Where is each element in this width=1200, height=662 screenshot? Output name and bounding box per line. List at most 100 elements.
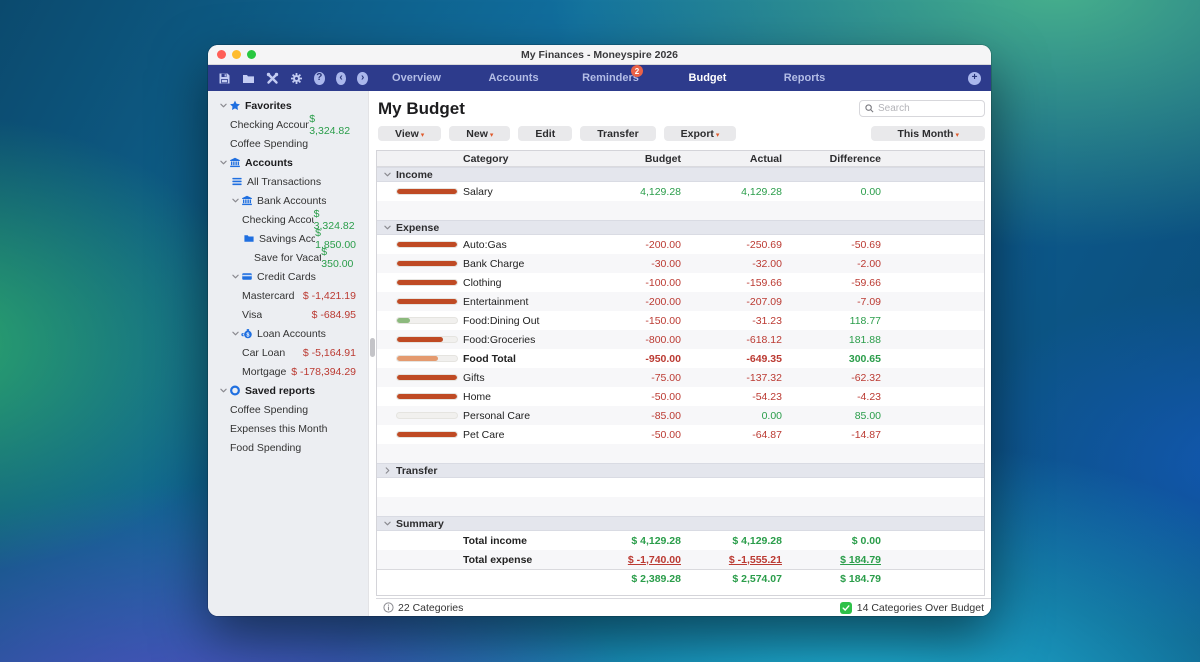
- budget-cell: -800.00: [605, 334, 681, 346]
- star-icon: [228, 100, 242, 112]
- sidebar-item-loan-accounts[interactable]: $Loan Accounts: [208, 324, 368, 343]
- budget-row-food-dining-out[interactable]: Food:Dining Out-150.00-31.23118.77: [377, 311, 984, 330]
- help-icon[interactable]: ?: [314, 72, 325, 85]
- budget-progress-track: [396, 298, 458, 305]
- sidebar-item-accounts[interactable]: Accounts: [208, 153, 368, 172]
- sidebar-item-label: Mortgage: [242, 366, 286, 378]
- budget-row-personal-care[interactable]: Personal Care-85.000.0085.00: [377, 406, 984, 425]
- budget-row-food-total[interactable]: Food Total-950.00-649.35300.65: [377, 349, 984, 368]
- sidebar-item-expenses-this-month[interactable]: Expenses this Month: [208, 419, 368, 438]
- section-header-summary[interactable]: Summary: [377, 516, 984, 531]
- tools-icon[interactable]: [266, 72, 279, 85]
- sidebar-item-checking-account[interactable]: Checking Account$ 3,324.82: [208, 115, 368, 134]
- chevron-down-icon[interactable]: [230, 197, 240, 204]
- chevron-down-icon[interactable]: [384, 169, 391, 181]
- card-icon: [240, 271, 254, 283]
- budget-row-food-groceries[interactable]: Food:Groceries-800.00-618.12181.88: [377, 330, 984, 349]
- actual-cell: -207.09: [681, 296, 782, 308]
- budget-row-salary[interactable]: Salary4,129.284,129.280.00: [377, 182, 984, 201]
- sidebar-item-label: Food Spending: [230, 442, 301, 454]
- edit-button[interactable]: Edit: [518, 126, 572, 141]
- caret-down-icon: ▾: [421, 132, 425, 139]
- sidebar-item-car-loan[interactable]: Car Loan$ -5,164.91: [208, 343, 368, 362]
- chevron-down-icon[interactable]: [230, 330, 240, 337]
- budget-row-clothing[interactable]: Clothing-100.00-159.66-59.66: [377, 273, 984, 292]
- nav-tab-reports[interactable]: Reports: [756, 72, 853, 84]
- view-button[interactable]: View▾: [378, 126, 441, 141]
- sidebar-item-food-spending[interactable]: Food Spending: [208, 438, 368, 457]
- sidebar: FavoritesChecking Account$ 3,324.82Coffe…: [208, 91, 368, 616]
- budget-progress-track: [396, 431, 458, 438]
- search-input[interactable]: [878, 103, 979, 114]
- budget-row-total[interactable]: $ 2,389.28$ 2,574.07$ 184.79: [377, 569, 984, 588]
- actual-cell: -64.87: [681, 429, 782, 441]
- budget-row-bank-charge[interactable]: Bank Charge-30.00-32.00-2.00: [377, 254, 984, 273]
- section-header-transfer[interactable]: Transfer: [377, 463, 984, 478]
- sidebar-item-credit-cards[interactable]: Credit Cards: [208, 267, 368, 286]
- sidebar-item-visa[interactable]: Visa$ -684.95: [208, 305, 368, 324]
- sidebar-item-saved-reports[interactable]: Saved reports: [208, 381, 368, 400]
- caret-down-icon: ▾: [716, 132, 720, 139]
- reports-icon: [228, 385, 242, 397]
- budget-progress-fill: [397, 189, 457, 194]
- forward-icon[interactable]: ›: [357, 72, 368, 85]
- folder-icon: [242, 233, 256, 245]
- chevron-down-icon[interactable]: [218, 387, 228, 394]
- nav-tab-reminders[interactable]: Reminders2: [562, 72, 659, 84]
- sidebar-item-coffee-spending[interactable]: Coffee Spending: [208, 400, 368, 419]
- nav-tab-overview[interactable]: Overview: [368, 72, 465, 84]
- sidebar-scrollbar[interactable]: [368, 91, 376, 616]
- budget-row-auto-gas[interactable]: Auto:Gas-200.00-250.69-50.69: [377, 235, 984, 254]
- budget-cell: $ 4,129.28: [605, 535, 681, 547]
- period-selector-button[interactable]: This Month▾: [871, 126, 985, 141]
- budget-row-home[interactable]: Home-50.00-54.23-4.23: [377, 387, 984, 406]
- difference-cell: 0.00: [782, 186, 881, 198]
- over-budget-status: 14 Categories Over Budget: [840, 602, 984, 614]
- nav-tab-budget[interactable]: Budget: [659, 72, 756, 84]
- sidebar-item-all-transactions[interactable]: All Transactions: [208, 172, 368, 191]
- settings-icon[interactable]: [290, 72, 303, 85]
- caret-down-icon: ▾: [955, 132, 959, 139]
- progress-bar-cell: [377, 260, 463, 267]
- open-folder-icon[interactable]: [242, 72, 255, 85]
- scrollbar-thumb[interactable]: [370, 338, 375, 357]
- budget-row-total-expense[interactable]: Total expense$ -1,740.00$ -1,555.21$ 184…: [377, 550, 984, 569]
- budget-row-entertainment[interactable]: Entertainment-200.00-207.09-7.09: [377, 292, 984, 311]
- caret-down-icon: ▾: [490, 132, 494, 139]
- chevron-down-icon[interactable]: [384, 518, 391, 530]
- empty-row: [377, 497, 984, 516]
- budget-progress-track: [396, 241, 458, 248]
- budget-row-total-income[interactable]: Total income$ 4,129.28$ 4,129.28$ 0.00: [377, 531, 984, 550]
- search-box[interactable]: [859, 100, 985, 117]
- chevron-down-icon[interactable]: [218, 102, 228, 109]
- nav-tab-accounts[interactable]: Accounts: [465, 72, 562, 84]
- section-header-income[interactable]: Income: [377, 167, 984, 182]
- save-icon[interactable]: [218, 72, 231, 85]
- categories-count: 22 Categories: [383, 602, 463, 614]
- sidebar-item-mastercard[interactable]: Mastercard$ -1,421.19: [208, 286, 368, 305]
- chevron-down-icon[interactable]: [384, 222, 391, 234]
- checkbox-checked-icon[interactable]: [840, 602, 852, 614]
- transfer-button[interactable]: Transfer: [580, 126, 655, 141]
- status-bar: 22 Categories 14 Categories Over Budget: [376, 598, 991, 616]
- sidebar-item-label: Car Loan: [242, 347, 285, 359]
- budget-row-gifts[interactable]: Gifts-75.00-137.32-62.32: [377, 368, 984, 387]
- chevron-right-icon[interactable]: [384, 465, 391, 477]
- categories-count-label: 22 Categories: [398, 602, 463, 614]
- section-header-expense[interactable]: Expense: [377, 220, 984, 235]
- budget-progress-track: [396, 279, 458, 286]
- progress-bar-cell: [377, 374, 463, 381]
- add-button[interactable]: +: [968, 72, 981, 85]
- chevron-down-icon[interactable]: [230, 273, 240, 280]
- budget-row-pet-care[interactable]: Pet Care-50.00-64.87-14.87: [377, 425, 984, 444]
- empty-row: [377, 201, 984, 220]
- budget-progress-track: [396, 374, 458, 381]
- back-icon[interactable]: ‹: [336, 72, 347, 85]
- sidebar-item-coffee-spending[interactable]: Coffee Spending: [208, 134, 368, 153]
- export-button[interactable]: Export▾: [664, 126, 737, 141]
- new-button[interactable]: New▾: [449, 126, 510, 141]
- sidebar-item-mortgage[interactable]: Mortgage$ -178,394.29: [208, 362, 368, 381]
- chevron-down-icon[interactable]: [218, 159, 228, 166]
- sidebar-item-save-for-vacati[interactable]: Save for Vacati...$ 350.00: [208, 248, 368, 267]
- budget-cell: -150.00: [605, 315, 681, 327]
